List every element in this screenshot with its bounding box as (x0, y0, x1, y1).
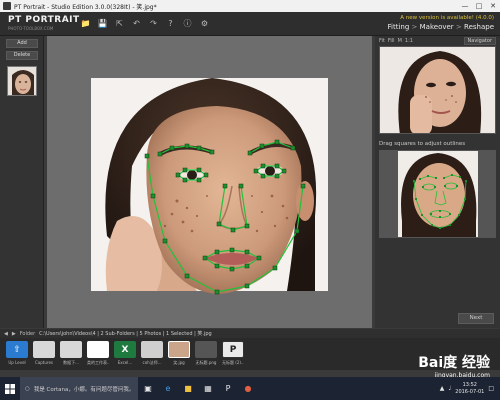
share-icon[interactable]: ⇱ (114, 18, 125, 29)
app-window: PT Portrait - Studio Edition 3.0.0(328It… (0, 0, 500, 400)
step-breadcrumb: Fitting > Makeover > Reshape (388, 23, 494, 31)
navigator-preview[interactable] (379, 46, 496, 134)
photo-thumbnail (168, 341, 190, 358)
strip-item-label: 无标题 (2)... (222, 360, 244, 365)
image-icon (195, 341, 217, 358)
redo-icon[interactable]: ↷ (148, 18, 159, 29)
strip-item-up-level[interactable]: ⇧ Up Level (6, 341, 28, 370)
right-pupil (265, 166, 275, 176)
navigator-header: Fit Fill M 1:1 Navigator (375, 36, 500, 46)
strip-item-folder[interactable]: Captures (33, 341, 55, 370)
strip-item-label: 数据下... (63, 360, 79, 365)
folder-path[interactable]: C:\Users\john\Videos\4 | 2 Sub-Folders |… (39, 330, 212, 337)
undo-icon[interactable]: ↶ (131, 18, 142, 29)
file-explorer-icon[interactable]: ■ (178, 377, 198, 400)
logo-site: PHOTO-TOOLBOX.COM (8, 26, 54, 31)
task-view-icon[interactable]: ▣ (138, 377, 158, 400)
window-title: PT Portrait - Studio Edition 3.0.0(328It… (14, 3, 157, 11)
system-clock[interactable]: 13:52 2016-07-01 (455, 382, 484, 396)
mode-button[interactable]: M (398, 38, 402, 44)
strip-item-label: Up Level (8, 360, 26, 365)
network-icon[interactable]: ▲ (440, 385, 445, 392)
microphone-icon[interactable]: ○ (25, 386, 30, 392)
strip-item-label: coh法师... (142, 360, 162, 365)
strip-item-selected[interactable]: 笑.jpg (168, 341, 190, 370)
volume-icon[interactable]: ♩ (448, 385, 451, 392)
step-reshape[interactable]: Reshape (464, 23, 494, 31)
title-bar: PT Portrait - Studio Edition 3.0.0(328It… (0, 0, 500, 12)
strip-item-file[interactable]: P 无标题 (2)... (222, 341, 244, 370)
step-fitting[interactable]: Fitting (388, 23, 410, 31)
strip-item-file[interactable]: 类的工作表... (87, 341, 109, 370)
strip-item-file[interactable]: X Excel... (114, 341, 136, 370)
clock-date: 2016-07-01 (455, 388, 485, 395)
outline-hint: Drag squares to adjust outlines (379, 141, 466, 147)
pt-logo-icon: P (222, 341, 244, 358)
edge-browser-icon[interactable]: e (158, 377, 178, 400)
strip-item-label: 无标题.png (195, 360, 217, 365)
cortana-search-box[interactable]: ○ 我是 Cortana，小娜。有问题尽管问我。 (20, 377, 138, 400)
face-fitting-view[interactable] (47, 36, 372, 328)
app-header: PT PORTRAIT PHOTO-TOOLBOX.COM 📁 💾 ⇱ ↶ ↷ … (0, 12, 500, 36)
faces-panel: Add Delete (0, 36, 44, 328)
delete-button[interactable]: Delete (6, 51, 38, 60)
document-icon (87, 341, 109, 358)
save-icon[interactable]: 💾 (97, 18, 108, 29)
workflow-steps: A new version is available! (4.0.0) Fitt… (388, 15, 494, 31)
notification-icon[interactable]: □ (488, 385, 494, 392)
folder-icon (60, 341, 82, 358)
photo-canvas[interactable] (47, 36, 372, 328)
fit-button[interactable]: Fit (379, 38, 385, 44)
close-icon[interactable]: ✕ (486, 0, 500, 12)
windows-start-icon[interactable] (0, 377, 20, 400)
step-separator: > (455, 23, 465, 31)
pt-portrait-taskbar-icon[interactable]: P (218, 377, 238, 400)
forward-arrow-icon[interactable]: ▶ (12, 331, 16, 337)
right-panel: Fit Fill M 1:1 Navigator Drag squares to… (375, 36, 500, 328)
left-pupil (187, 170, 197, 180)
folder-bar: ◀ ▶ Folder C:\Users\john\Videos\4 | 2 Su… (0, 329, 500, 338)
strip-item-folder[interactable]: 数据下... (60, 341, 82, 370)
add-button[interactable]: Add (6, 39, 38, 48)
app-taskbar-icon[interactable]: ● (238, 377, 258, 400)
excel-icon: X (114, 341, 136, 358)
cortana-search-text: 我是 Cortana，小娜。有问题尽管问我。 (33, 386, 135, 393)
up-arrow-icon: ⇧ (6, 341, 28, 358)
strip-item-file[interactable]: 无标题.png (195, 341, 217, 370)
strip-item-label: 类的工作表... (87, 360, 109, 365)
fill-button[interactable]: Fill (388, 38, 395, 44)
windows-taskbar: ○ 我是 Cortana，小娜。有问题尽管问我。 ▣ e ■ ▦ P ● ▲ ♩… (0, 377, 500, 400)
image-icon (141, 341, 163, 358)
system-tray: ▲ ♩ 13:52 2016-07-01 □ (440, 382, 500, 396)
strip-item-label: Captures (35, 360, 53, 365)
toolbar: 📁 💾 ⇱ ↶ ↷ ? ⓘ ⚙ (80, 18, 210, 29)
settings-icon[interactable]: ⚙ (199, 18, 210, 29)
watermark-brand: Bai度 经验 (418, 355, 490, 371)
help-icon[interactable]: ? (165, 18, 176, 29)
maximize-icon[interactable]: □ (472, 0, 486, 12)
step-separator: > (411, 23, 420, 31)
strip-item-label: Excel... (117, 360, 133, 365)
clock-time: 13:52 (462, 381, 477, 388)
app-logo: PT PORTRAIT PHOTO-TOOLBOX.COM (8, 15, 80, 31)
strip-item-label: 笑.jpg (173, 360, 185, 365)
info-icon[interactable]: ⓘ (182, 18, 193, 29)
face-thumbnail[interactable] (7, 66, 37, 96)
open-folder-icon[interactable]: 📁 (80, 18, 91, 29)
navigator-select[interactable]: Navigator (463, 37, 496, 45)
store-icon[interactable]: ▦ (198, 377, 218, 400)
back-arrow-icon[interactable]: ◀ (4, 331, 8, 337)
logo-name: PT PORTRAIT (8, 15, 80, 25)
outline-preview[interactable] (379, 150, 496, 238)
folder-icon (33, 341, 55, 358)
folder-label: Folder (19, 330, 36, 337)
baidu-watermark: Bai度 经验 jingyan.baidu.com (418, 352, 490, 379)
next-button[interactable]: Next (458, 313, 494, 324)
zoom-button[interactable]: 1:1 (405, 38, 413, 44)
step-makeover[interactable]: Makeover (420, 23, 454, 31)
update-notice[interactable]: A new version is available! (4.0.0) (388, 15, 494, 21)
strip-item-file[interactable]: coh法师... (141, 341, 163, 370)
app-icon (3, 2, 11, 10)
minimize-icon[interactable]: — (458, 0, 472, 12)
